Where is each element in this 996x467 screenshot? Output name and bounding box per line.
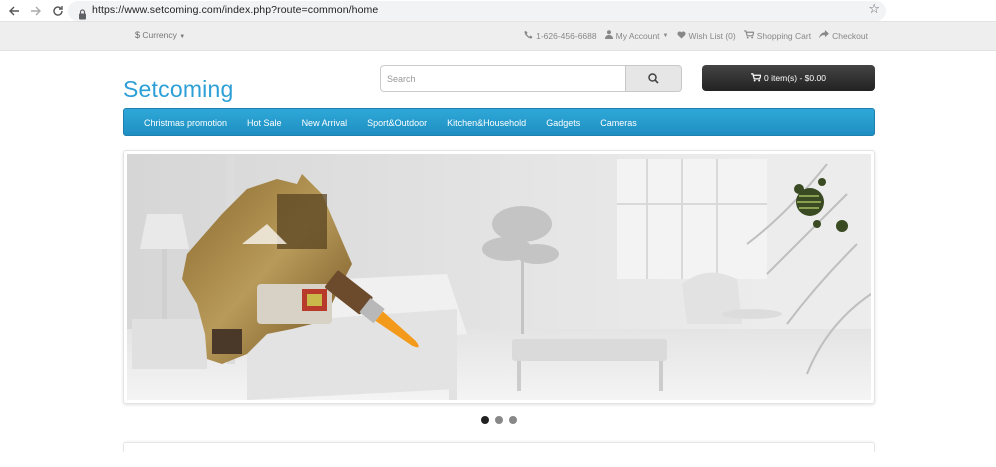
caret-down-icon: ▼ — [179, 34, 186, 40]
menu-item-new-arrival[interactable]: New Arrival — [302, 118, 348, 128]
menu-items: Christmas promotion Hot Sale New Arrival… — [144, 109, 637, 137]
menu-item-gadgets[interactable]: Gadgets — [546, 118, 580, 128]
banner-slideshow — [123, 150, 875, 404]
menu-item-kitchen-household[interactable]: Kitchen&Household — [447, 118, 526, 128]
user-icon — [604, 30, 613, 41]
checkout-link[interactable]: Checkout — [819, 30, 868, 41]
bookmark-star-icon[interactable]: ☆ — [868, 2, 880, 17]
search-button[interactable] — [625, 65, 682, 92]
wishlist-label: Wish List (0) — [688, 30, 736, 41]
caret-down-icon: ▼ — [662, 32, 669, 39]
phone-number: 1-626-456-6688 — [536, 30, 597, 41]
slide-dot-3[interactable] — [509, 416, 517, 424]
url-text: https://www.setcoming.com/index.php?rout… — [92, 4, 379, 16]
top-utility-bar: $ Currency ▼ 1-626-456-6688 My Account ▼… — [0, 22, 996, 51]
menu-item-christmas-promotion[interactable]: Christmas promotion — [144, 118, 227, 128]
my-account-dropdown[interactable]: My Account ▼ — [604, 30, 669, 41]
content-panel-top-edge — [123, 442, 875, 452]
phone-icon — [524, 30, 533, 41]
address-bar[interactable]: https://www.setcoming.com/index.php?rout… — [68, 1, 886, 21]
share-arrow-icon — [819, 30, 830, 41]
shopping-cart-label: Shopping Cart — [756, 30, 812, 41]
search-bar — [380, 65, 682, 92]
top-links: 1-626-456-6688 My Account ▼ Wish List (0… — [524, 30, 868, 41]
slide-dot-2[interactable] — [495, 416, 503, 424]
forward-arrow-icon[interactable] — [28, 3, 44, 19]
phone-link[interactable]: 1-626-456-6688 — [524, 30, 597, 41]
checkout-label: Checkout — [832, 30, 868, 41]
reload-icon[interactable] — [50, 3, 66, 19]
site-logo[interactable]: Setcoming — [123, 76, 233, 103]
browser-toolbar: https://www.setcoming.com/index.php?rout… — [0, 0, 996, 22]
currency-symbol: $ — [135, 30, 141, 40]
main-menu: Christmas promotion Hot Sale New Arrival… — [123, 108, 875, 136]
back-arrow-icon[interactable] — [6, 3, 22, 19]
currency-label: Currency — [142, 30, 177, 40]
cart-icon — [751, 72, 762, 84]
wishlist-link[interactable]: Wish List (0) — [676, 30, 736, 41]
search-input[interactable] — [380, 65, 626, 92]
currency-dropdown[interactable]: $ Currency ▼ — [135, 30, 185, 40]
my-account-label: My Account — [615, 30, 660, 41]
cart-icon — [743, 30, 755, 41]
menu-item-hot-sale[interactable]: Hot Sale — [247, 118, 282, 128]
slide-dot-1[interactable] — [481, 416, 489, 424]
slideshow-pagination — [481, 416, 517, 424]
cart-summary-label: 0 item(s) - $0.00 — [764, 73, 826, 83]
shopping-cart-link[interactable]: Shopping Cart — [743, 30, 812, 41]
menu-item-sport-outdoor[interactable]: Sport&Outdoor — [367, 118, 427, 128]
search-icon — [648, 69, 659, 88]
menu-item-cameras[interactable]: Cameras — [600, 118, 637, 128]
heart-icon — [676, 30, 686, 41]
cart-summary-button[interactable]: 0 item(s) - $0.00 — [702, 65, 875, 91]
banner-slide-image[interactable] — [127, 154, 871, 400]
